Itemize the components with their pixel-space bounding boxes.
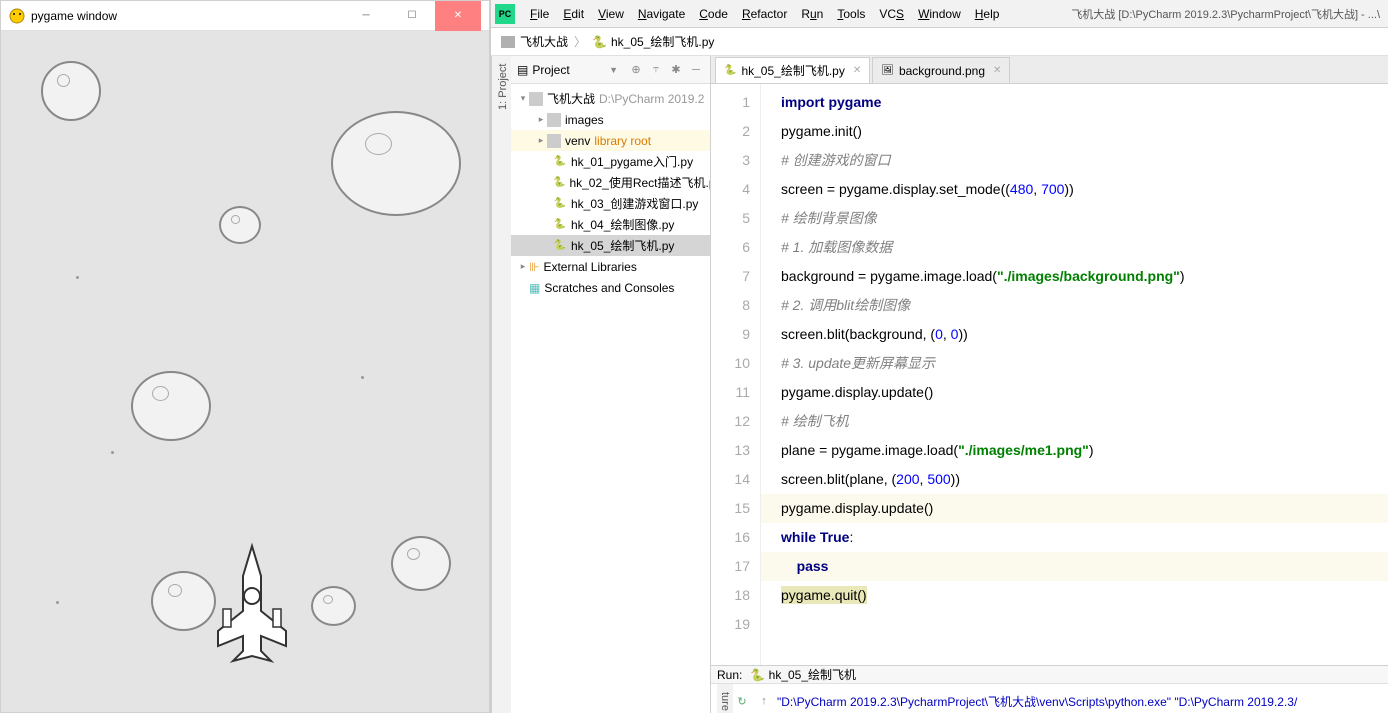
locate-icon[interactable]: ⊕ [628, 62, 644, 78]
menu-window[interactable]: Window [911, 7, 968, 21]
image-file-icon: 🖼 [881, 65, 894, 76]
run-panel: Run: 🐍 hk_05_绘制飞机 ture ↻ ↑ "D:\PyCharm 2… [711, 665, 1388, 713]
sidebar-tab-project[interactable]: 1: Project [491, 56, 511, 713]
code-content[interactable]: import pygamepygame.init()# 创建游戏的窗口scree… [761, 84, 1388, 665]
up-icon[interactable]: ↑ [755, 692, 773, 710]
editor-tab-active[interactable]: 🐍 hk_05_绘制飞机.py ✕ [715, 57, 870, 83]
editor-tab[interactable]: 🖼 background.png ✕ [872, 57, 1010, 83]
breadcrumb[interactable]: 飞机大战 〉 🐍 hk_05_绘制飞机.py [491, 28, 1388, 56]
sidebar-structure-tab[interactable]: ture [717, 684, 733, 713]
menu-navigate[interactable]: Navigate [631, 7, 692, 21]
close-button[interactable]: ✕ [435, 1, 481, 31]
menu-code[interactable]: Code [692, 7, 735, 21]
python-file-icon: 🐍 [724, 65, 736, 76]
project-tree: ▾ 飞机大战 D:\PyCharm 2019.2 ▸ images ▸ venv… [511, 84, 710, 302]
run-output: ture ↻ ↑ "D:\PyCharm 2019.2.3\PycharmPro… [711, 684, 1388, 713]
run-panel-tabs: Run: 🐍 hk_05_绘制飞机 [711, 666, 1388, 684]
breadcrumb-file[interactable]: hk_05_绘制飞机.py [611, 33, 714, 50]
pygame-canvas [1, 31, 489, 712]
tree-external-libs[interactable]: ▸⊪ External Libraries [511, 256, 710, 277]
close-tab-icon[interactable]: ✕ [853, 65, 861, 76]
run-tab[interactable]: 🐍 hk_05_绘制飞机 [742, 666, 864, 683]
tree-file[interactable]: hk_01_pygame入门.py [511, 151, 710, 172]
menu-file[interactable]: File [523, 7, 556, 21]
pygame-titlebar[interactable]: pygame window ─ ☐ ✕ [1, 1, 489, 31]
run-label: Run: [717, 668, 742, 682]
menu-run[interactable]: Run [794, 7, 830, 21]
tree-file-selected[interactable]: hk_05_绘制飞机.py [511, 235, 710, 256]
project-panel-header: ▤ Project ▼ ⊕ ⥾ ✱ ─ [511, 56, 710, 84]
python-icon: 🐍 [750, 668, 765, 682]
line-gutter: 12345678910111213141516171819 [711, 84, 761, 665]
folder-icon [501, 36, 515, 48]
menu-refactor[interactable]: Refactor [735, 7, 794, 21]
run-output-text: "D:\PyCharm 2019.2.3\PycharmProject\飞机大战… [777, 693, 1297, 710]
settings-icon[interactable]: ✱ [668, 62, 684, 78]
code-editor[interactable]: 12345678910111213141516171819 import pyg… [711, 84, 1388, 665]
tree-file[interactable]: hk_03_创建游戏窗口.py [511, 193, 710, 214]
menu-view[interactable]: View [591, 7, 631, 21]
menubar: PC File Edit View Navigate Code Refactor… [491, 0, 1388, 28]
menu-tools[interactable]: Tools [830, 7, 872, 21]
editor-tabs: 🐍 hk_05_绘制飞机.py ✕ 🖼 background.png ✕ [711, 56, 1388, 84]
tree-root[interactable]: ▾ 飞机大战 D:\PyCharm 2019.2 [511, 88, 710, 109]
tree-file[interactable]: hk_02_使用Rect描述飞机.p [511, 172, 710, 193]
pygame-window: pygame window ─ ☐ ✕ [0, 0, 490, 713]
tree-folder-images[interactable]: ▸ images [511, 109, 710, 130]
pygame-icon [9, 8, 25, 24]
pygame-title: pygame window [31, 9, 343, 23]
project-tree-panel: ▤ Project ▼ ⊕ ⥾ ✱ ─ ▾ 飞机大战 D:\PyCharm 20… [511, 56, 711, 713]
pycharm-ide: PC File Edit View Navigate Code Refactor… [490, 0, 1388, 713]
tree-scratches[interactable]: ▦ Scratches and Consoles [511, 277, 710, 298]
minimize-button[interactable]: ─ [343, 1, 389, 31]
breadcrumb-project[interactable]: 飞机大战 [520, 33, 568, 50]
tree-folder-venv[interactable]: ▸ venv library root [511, 130, 710, 151]
rerun-icon[interactable]: ↻ [733, 692, 751, 710]
project-header-title[interactable]: Project [532, 63, 569, 77]
plane-sprite [201, 541, 303, 667]
window-title: 飞机大战 [D:\PyCharm 2019.2.3\PycharmProject… [1071, 6, 1388, 22]
python-file-icon: 🐍 [592, 35, 607, 49]
editor-area: 🐍 hk_05_绘制飞机.py ✕ 🖼 background.png ✕ 123… [711, 56, 1388, 713]
close-tab-icon[interactable]: ✕ [993, 65, 1001, 76]
hide-icon[interactable]: ─ [688, 62, 704, 78]
menu-edit[interactable]: Edit [556, 7, 591, 21]
menu-vcs[interactable]: VCS [872, 7, 911, 21]
tree-file[interactable]: hk_04_绘制图像.py [511, 214, 710, 235]
menu-help[interactable]: Help [968, 7, 1007, 21]
maximize-button[interactable]: ☐ [389, 1, 435, 31]
folder-icon: ▤ [517, 63, 528, 77]
pycharm-logo-icon: PC [495, 4, 515, 24]
expand-icon[interactable]: ⥾ [648, 62, 664, 78]
window-controls: ─ ☐ ✕ [343, 1, 481, 31]
